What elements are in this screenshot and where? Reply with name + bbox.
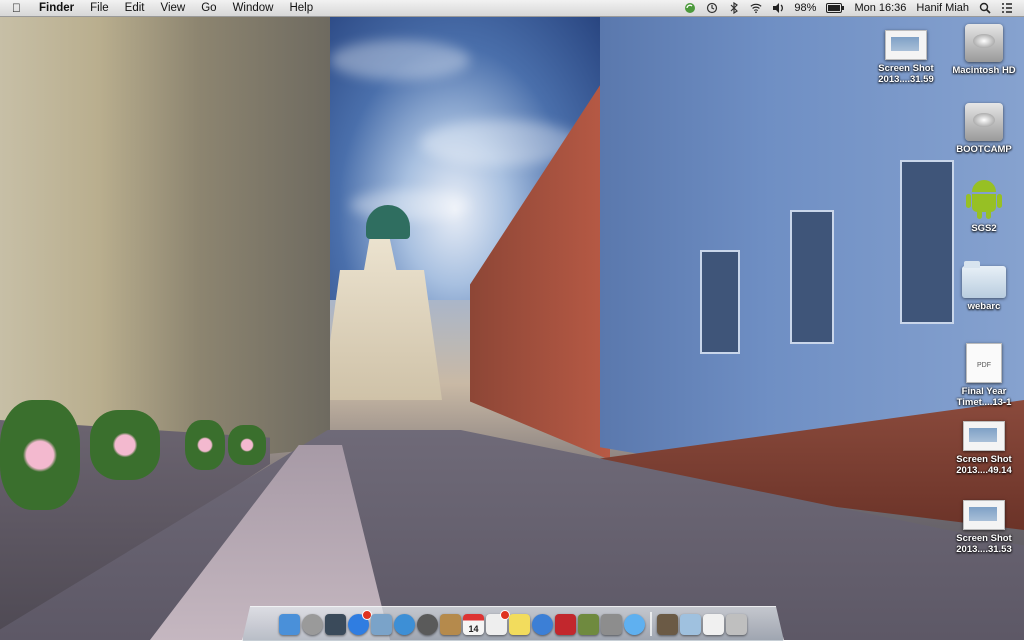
dock-reminders-icon[interactable] bbox=[486, 609, 510, 635]
screenshot-file-icon bbox=[963, 500, 1005, 530]
menu-bar:  Finder File Edit View Go Window Help 9… bbox=[0, 0, 1024, 17]
dock-trash-icon[interactable] bbox=[726, 613, 747, 635]
calendar-day-number: 14 bbox=[468, 623, 479, 634]
menu-view[interactable]: View bbox=[153, 0, 194, 16]
dock-messages-icon[interactable] bbox=[624, 613, 645, 635]
dock: 14 bbox=[242, 606, 784, 641]
dock-preview-icon[interactable] bbox=[371, 613, 392, 635]
dock-system-preferences-icon[interactable] bbox=[601, 613, 622, 635]
desktop-icon-screenshot-3153[interactable]: Screen Shot 2013....31.53 bbox=[944, 500, 1024, 555]
dock-calendar-icon[interactable]: 14 bbox=[463, 613, 484, 635]
desktop-icon-label: SGS2 bbox=[971, 223, 997, 234]
dock-finder-icon[interactable] bbox=[279, 613, 300, 635]
menu-go[interactable]: Go bbox=[193, 0, 224, 16]
time-machine-icon[interactable] bbox=[706, 2, 718, 14]
spotlight-search-icon[interactable] bbox=[979, 2, 991, 14]
pdf-icon-text: PDF bbox=[977, 362, 991, 369]
dock-applications-folder-icon[interactable] bbox=[680, 613, 701, 635]
screenshot-file-icon bbox=[885, 30, 927, 60]
menu-clock[interactable]: Mon 16:36 bbox=[849, 0, 911, 16]
wallpaper-flowers bbox=[185, 420, 225, 470]
wallpaper-window bbox=[700, 250, 740, 354]
wallpaper-flowers bbox=[228, 425, 266, 465]
desktop-icon-label: Macintosh HD bbox=[952, 65, 1016, 76]
sync-icon[interactable] bbox=[684, 2, 696, 14]
dock-safari-icon[interactable] bbox=[394, 613, 415, 635]
dock-downloads-stack-icon[interactable] bbox=[657, 613, 678, 635]
desktop-icon-webarc[interactable]: webarc bbox=[944, 261, 1024, 312]
desktop-icon-macintosh-hd[interactable]: Macintosh HD bbox=[944, 24, 1024, 76]
apple-menu-icon[interactable]:  bbox=[0, 1, 31, 15]
battery-icon[interactable] bbox=[826, 2, 845, 14]
desktop-icon-screenshot-3159[interactable]: Screen Shot 2013....31.59 bbox=[866, 30, 946, 85]
menu-edit[interactable]: Edit bbox=[117, 0, 153, 16]
pdf-file-icon: PDF bbox=[966, 343, 1002, 383]
android-icon bbox=[966, 180, 1002, 220]
dock-launchpad-icon[interactable] bbox=[302, 613, 323, 635]
desktop-icon-label: Screen Shot 2013....31.59 bbox=[878, 63, 934, 85]
wallpaper-flowers bbox=[90, 410, 160, 480]
menu-window[interactable]: Window bbox=[225, 0, 282, 16]
volume-icon[interactable] bbox=[772, 2, 784, 14]
wallpaper-flowers bbox=[0, 400, 80, 510]
dock-photo-booth-icon[interactable] bbox=[555, 613, 576, 635]
notification-center-icon[interactable] bbox=[1001, 2, 1013, 14]
desktop-icon-label: webarc bbox=[967, 301, 1001, 312]
menu-file[interactable]: File bbox=[82, 0, 117, 16]
dock-app-store-icon[interactable] bbox=[348, 609, 372, 635]
bluetooth-icon[interactable] bbox=[728, 2, 740, 14]
wifi-icon[interactable] bbox=[750, 2, 762, 14]
dock-itunes-icon[interactable] bbox=[532, 613, 553, 635]
dock-iphoto-icon[interactable] bbox=[578, 613, 599, 635]
menu-user-name[interactable]: Hanif Miah bbox=[911, 0, 974, 16]
dock-mission-control-icon[interactable] bbox=[325, 613, 346, 635]
dock-separator bbox=[650, 612, 652, 636]
dock-facetime-icon[interactable] bbox=[417, 613, 438, 635]
dock-address-book-icon[interactable] bbox=[440, 613, 461, 635]
desktop-wallpaper bbox=[0, 0, 1024, 640]
screenshot-file-icon bbox=[963, 421, 1005, 451]
desktop-icon-label: Screen Shot 2013....49.14 bbox=[956, 454, 1012, 476]
desktop-icon-bootcamp[interactable]: BOOTCAMP bbox=[944, 103, 1024, 155]
desktop-icon-screenshot-4914[interactable]: Screen Shot 2013....49.14 bbox=[944, 421, 1024, 476]
battery-percent[interactable]: 98% bbox=[789, 0, 821, 16]
dock-documents-stack-icon[interactable] bbox=[703, 613, 724, 635]
desktop-icon-final-year-timetable[interactable]: PDF Final Year Timet....13-1 bbox=[944, 343, 1024, 408]
hard-drive-icon bbox=[965, 24, 1003, 62]
desktop-icon-label: Final Year Timet....13-1 bbox=[956, 386, 1012, 408]
dock-notes-icon[interactable] bbox=[509, 613, 530, 635]
desktop-icon-sgs2[interactable]: SGS2 bbox=[944, 180, 1024, 234]
menu-help[interactable]: Help bbox=[281, 0, 321, 16]
wallpaper-window bbox=[790, 210, 834, 344]
folder-icon bbox=[962, 261, 1006, 298]
desktop-icon-label: Screen Shot 2013....31.53 bbox=[956, 533, 1012, 555]
wallpaper-cloud bbox=[330, 40, 470, 80]
menu-app-name[interactable]: Finder bbox=[31, 0, 82, 16]
desktop-icon-label: BOOTCAMP bbox=[956, 144, 1012, 155]
hard-drive-icon bbox=[965, 103, 1003, 141]
